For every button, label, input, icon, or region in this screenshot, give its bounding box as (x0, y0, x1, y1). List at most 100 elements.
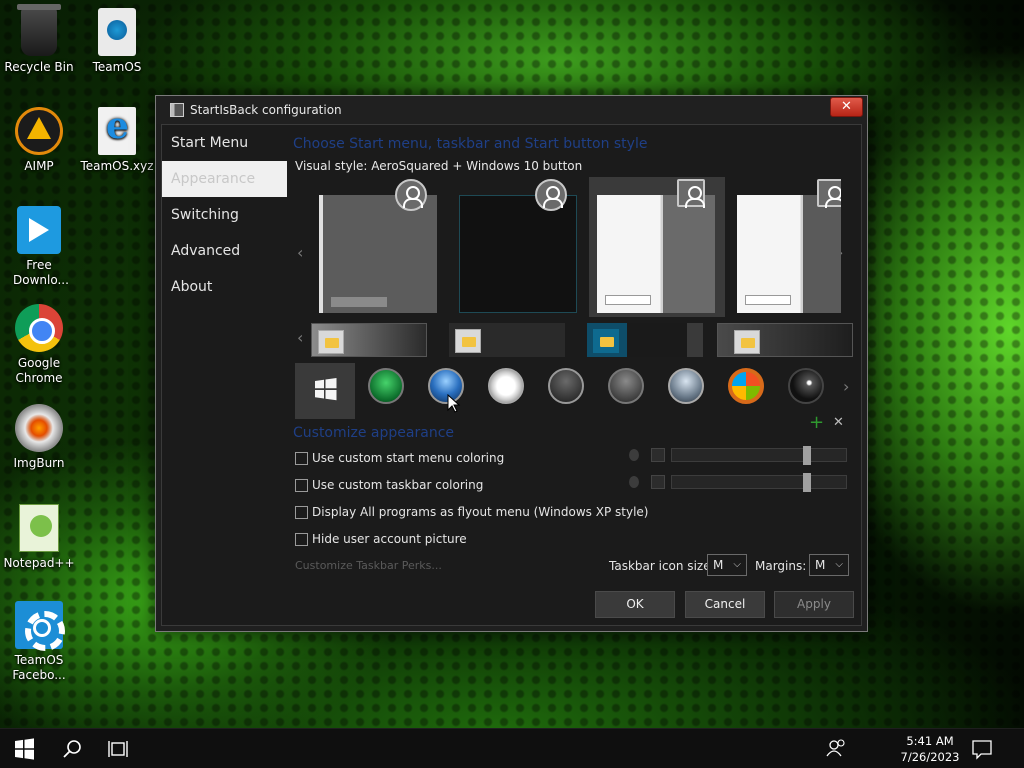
checkbox[interactable] (295, 478, 308, 492)
window-title: StartIsBack configuration (190, 103, 342, 117)
add-orb-button[interactable]: + (809, 412, 824, 433)
flyout-menu-checkbox-row[interactable]: Display All programs as flyout menu (Win… (295, 505, 648, 519)
sidebar-nav: Start Menu Appearance Switching Advanced… (162, 125, 287, 305)
customize-taskbar-perks-link[interactable]: Customize Taskbar Perks... (295, 559, 442, 572)
customize-section-title: Customize appearance (293, 425, 454, 441)
aimp-icon (15, 107, 63, 155)
start-button[interactable] (0, 729, 48, 768)
imgburn-icon (15, 404, 63, 452)
clock-date: 7/26/2023 (900, 750, 960, 764)
taskbar-style-option[interactable] (449, 323, 565, 357)
close-button[interactable]: ✕ (830, 97, 863, 117)
folder-icon (455, 329, 481, 353)
taskbar-styles-prev-arrow[interactable]: ‹ (297, 328, 303, 347)
start-menu-color-controls (629, 446, 847, 465)
start-menu-style-option[interactable] (451, 177, 587, 317)
desktop-icon-recycle-bin[interactable]: Recycle Bin (0, 4, 78, 75)
mouse-cursor-icon (447, 394, 461, 413)
recycle-bin-icon (17, 4, 61, 56)
white-orb-icon[interactable] (488, 368, 524, 404)
remove-orb-button[interactable]: ✕ (833, 415, 844, 430)
slider-thumb[interactable] (802, 473, 811, 492)
checkbox-label: Hide user account picture (312, 532, 467, 546)
taskbar-style-option[interactable] (311, 323, 427, 357)
task-view-button[interactable] (96, 729, 144, 768)
checkbox[interactable] (295, 505, 308, 519)
style-section-title: Choose Start menu, taskbar and Start but… (293, 136, 648, 152)
xp-orb-icon[interactable] (728, 368, 764, 404)
desktop-icon-notepadpp[interactable]: Notepad++ (0, 504, 78, 571)
user-avatar-icon (395, 179, 427, 211)
checkbox-label: Use custom taskbar coloring (312, 478, 484, 492)
color-swatch[interactable] (651, 448, 665, 462)
transparency-drop-icon (629, 476, 639, 488)
silver-orb-icon[interactable] (668, 368, 704, 404)
orbs-next-arrow[interactable]: › (843, 377, 849, 396)
black-orb-icon[interactable] (788, 368, 824, 404)
apply-button[interactable]: Apply (774, 591, 854, 618)
clover-orb-icon[interactable] (368, 368, 404, 404)
start-menu-opacity-slider[interactable] (671, 446, 847, 465)
user-avatar-icon (677, 179, 705, 208)
people-button[interactable] (812, 729, 860, 768)
sidebar-item-advanced[interactable]: Advanced (162, 233, 287, 269)
transparency-drop-icon (629, 449, 639, 461)
desktop-icon-label: Notepad++ (3, 556, 75, 570)
sidebar-item-start-menu[interactable]: Start Menu (162, 125, 287, 161)
checkbox[interactable] (295, 532, 308, 546)
style-preview (737, 195, 841, 313)
desktop-icon-aimp[interactable]: AIMP (0, 107, 78, 174)
desktop-icon-teamos-xyz[interactable]: TeamOS.xyz (78, 105, 156, 174)
custom-start-menu-coloring-checkbox-row[interactable]: Use custom start menu coloring (295, 451, 504, 465)
color-swatch[interactable] (651, 475, 665, 489)
margins-select[interactable]: M ⌵ (809, 554, 849, 576)
search-box-preview (331, 297, 387, 307)
system-clock[interactable]: 5:41 AM 7/26/2023 (898, 733, 962, 765)
style-preview (597, 195, 715, 313)
taskbar-icon-size-select[interactable]: M ⌵ (707, 554, 747, 576)
sidebar-item-switching[interactable]: Switching (162, 197, 287, 233)
taskbar: 5:41 AM 7/26/2023 (0, 728, 1024, 768)
taskbar-style-option[interactable] (587, 323, 703, 357)
desktop-icon-free-download-manager[interactable]: Free Downlo... (0, 206, 78, 288)
custom-taskbar-coloring-checkbox-row[interactable]: Use custom taskbar coloring (295, 478, 483, 492)
action-center-button[interactable] (958, 729, 1006, 768)
taskbar-icon-size-label: Taskbar icon size: (609, 559, 715, 573)
desktop-icon-label: Recycle Bin (4, 60, 74, 74)
start-menu-style-option[interactable] (729, 177, 841, 317)
window-titlebar[interactable]: StartIsBack configuration (156, 96, 867, 124)
cancel-button[interactable]: Cancel (685, 591, 765, 618)
search-icon (63, 740, 81, 758)
chevron-down-icon: ⌵ (733, 559, 741, 570)
free-download-manager-icon (17, 206, 61, 254)
sidebar-item-appearance[interactable]: Appearance (162, 161, 287, 197)
appearance-panel: Choose Start menu, taskbar and Start but… (293, 125, 861, 625)
hide-account-picture-checkbox-row[interactable]: Hide user account picture (295, 532, 467, 546)
sidebar-item-about[interactable]: About (162, 269, 287, 305)
styles-prev-arrow[interactable]: ‹ (297, 243, 303, 262)
checkbox[interactable] (295, 451, 308, 465)
dark-orb-icon[interactable] (548, 368, 584, 404)
start-button-option-selected[interactable] (295, 363, 355, 419)
desktop-icon-imgburn[interactable]: ImgBurn (0, 404, 78, 471)
desktop-icon-teamos[interactable]: TeamOS (78, 8, 156, 75)
gear-icon (15, 601, 65, 651)
style-preview (319, 195, 437, 313)
windows-logo-icon (15, 738, 34, 760)
taskbar-style-option[interactable] (717, 323, 853, 357)
select-value: M (815, 558, 826, 572)
select-value: M (713, 558, 724, 572)
search-button[interactable] (48, 729, 96, 768)
ok-button[interactable]: OK (595, 591, 675, 618)
desktop-icon-teamos-facebook[interactable]: TeamOS Facebo... (0, 601, 78, 683)
start-menu-style-option-selected[interactable] (589, 177, 725, 317)
search-box-preview (605, 295, 651, 305)
checkbox-label: Display All programs as flyout menu (Win… (312, 505, 649, 519)
start-menu-style-option[interactable] (311, 177, 447, 317)
taskbar-opacity-slider[interactable] (671, 473, 847, 492)
slider-thumb[interactable] (802, 446, 811, 465)
folder-icon (318, 330, 344, 354)
desktop-icon-google-chrome[interactable]: Google Chrome (0, 304, 78, 386)
gray-orb-icon[interactable] (608, 368, 644, 404)
desktop-icon-label: TeamOS Facebo... (12, 653, 66, 682)
